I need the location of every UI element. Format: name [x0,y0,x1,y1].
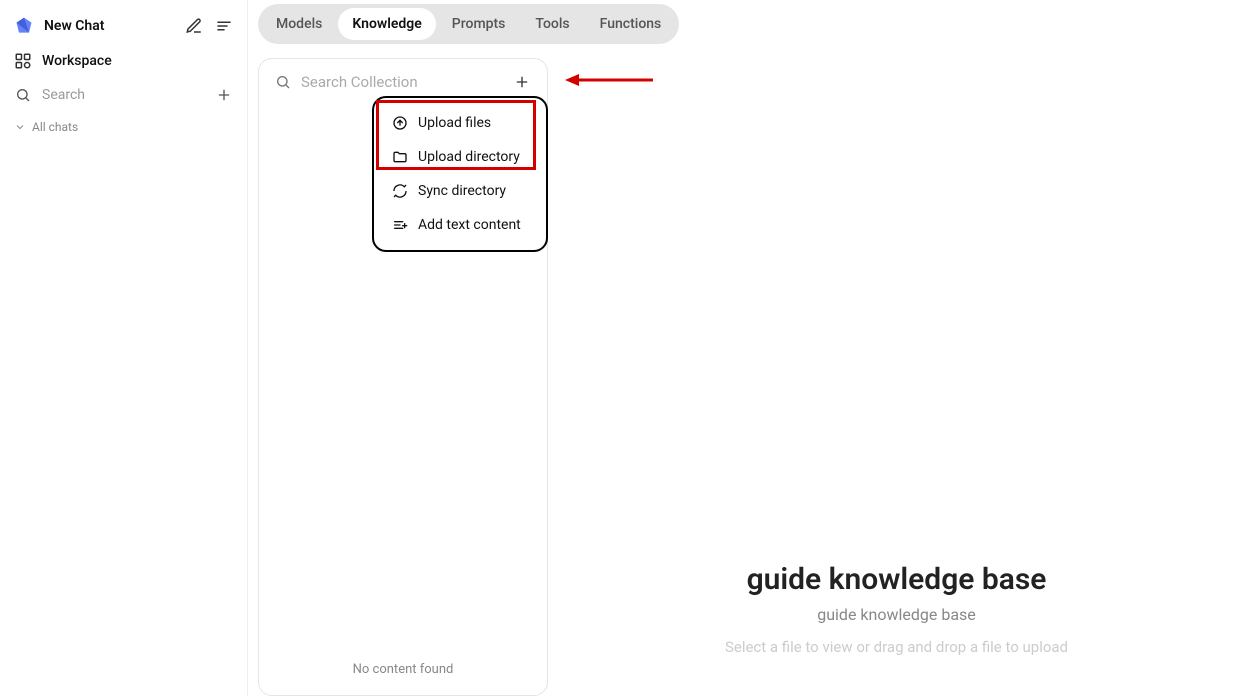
tab-knowledge[interactable]: Knowledge [338,8,435,40]
compose-icon[interactable] [185,17,203,35]
tab-models[interactable]: Models [262,8,336,40]
all-chats-label: All chats [32,120,78,134]
add-dropdown-menu: Upload files Upload directory Sync direc… [372,96,548,252]
menu-add-text[interactable]: Add text content [374,208,546,242]
brand-icon [14,16,34,36]
sync-icon [392,183,408,199]
new-chat-row[interactable]: New Chat [0,8,247,44]
sidebar-plus-icon[interactable] [215,86,233,104]
all-chats-row[interactable]: All chats [0,112,247,142]
workspace-row[interactable]: Workspace [0,44,247,78]
new-chat-label: New Chat [44,18,104,34]
menu-upload-directory-label: Upload directory [418,149,520,165]
tab-prompts[interactable]: Prompts [438,8,520,40]
search-icon [14,86,32,104]
menu-sync-directory[interactable]: Sync directory [374,174,546,208]
workspace-icon [14,52,32,70]
kb-subtitle: guide knowledge base [817,605,976,624]
collection-plus-icon[interactable] [513,73,531,91]
menu-icon[interactable] [215,17,233,35]
no-content-text: No content found [259,662,547,677]
chevron-down-icon [14,121,26,133]
menu-upload-files-label: Upload files [418,115,491,131]
text-icon [392,217,408,233]
detail-panel: guide knowledge base guide knowledge bas… [548,58,1245,696]
upload-icon [392,115,408,131]
kb-title: guide knowledge base [747,562,1047,597]
sidebar-search-row[interactable]: Search [0,78,247,112]
folder-icon [392,149,408,165]
sidebar-search-placeholder: Search [42,87,85,103]
menu-add-text-label: Add text content [418,217,521,233]
kb-hint: Select a file to view or drag and drop a… [725,638,1068,656]
search-icon [275,74,291,90]
tab-tools[interactable]: Tools [521,8,583,40]
sidebar: New Chat Workspace Search [0,0,248,696]
menu-upload-files[interactable]: Upload files [374,106,546,140]
tab-functions[interactable]: Functions [586,8,676,40]
tabs-bar: Models Knowledge Prompts Tools Functions [248,0,1245,48]
menu-upload-directory[interactable]: Upload directory [374,140,546,174]
collection-search-input[interactable] [301,73,503,91]
workspace-label: Workspace [42,53,112,69]
menu-sync-directory-label: Sync directory [418,183,506,199]
tabs-pill: Models Knowledge Prompts Tools Functions [258,4,679,44]
